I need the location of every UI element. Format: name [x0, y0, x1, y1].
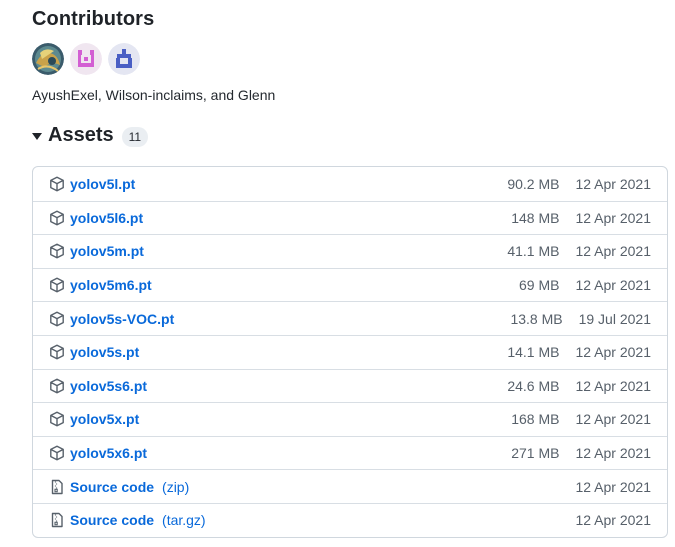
asset-row: yolov5l6.pt 148 MB 12 Apr 2021: [33, 200, 667, 235]
asset-date: 12 Apr 2021: [575, 175, 651, 192]
asset-date: 12 Apr 2021: [575, 277, 651, 294]
package-icon: [50, 411, 64, 427]
package-icon: [50, 176, 64, 192]
asset-link[interactable]: yolov5m.pt: [70, 243, 144, 259]
package-icon: [50, 344, 64, 360]
asset-date: 12 Apr 2021: [575, 445, 651, 462]
identicon-pink-icon: [70, 43, 102, 75]
avatar-wilson-inclaims[interactable]: [70, 43, 102, 75]
asset-size: 41.1 MB: [507, 243, 560, 260]
asset-row: yolov5s-VOC.pt 13.8 MB 19 Jul 2021: [33, 301, 667, 335]
avatar-ayushexel[interactable]: [32, 43, 64, 75]
avatar-glenn[interactable]: [108, 43, 140, 75]
asset-link[interactable]: yolov5x.pt: [70, 411, 139, 427]
asset-size: 69 MB: [519, 277, 560, 294]
package-icon: [50, 210, 64, 226]
package-icon: [50, 311, 64, 327]
asset-link[interactable]: yolov5x6.pt: [70, 445, 147, 461]
file-zip-icon: [51, 513, 63, 528]
contributors-avatars: [32, 43, 140, 75]
asset-size: 13.8 MB: [510, 310, 563, 327]
asset-size: 168 MB: [511, 411, 560, 428]
asset-link[interactable]: yolov5s-VOC.pt: [70, 311, 174, 327]
file-zip-icon: [51, 479, 63, 494]
package-icon: [50, 378, 64, 394]
asset-row: yolov5l.pt 90.2 MB 12 Apr 2021: [33, 167, 667, 201]
assets-toggle[interactable]: Assets 11: [32, 124, 149, 147]
source-row: Source code (tar.gz) 12 Apr 2021: [33, 502, 667, 537]
asset-size: 90.2 MB: [507, 175, 560, 192]
asset-size: 24.6 MB: [507, 377, 560, 394]
asset-date: 12 Apr 2021: [575, 209, 651, 226]
package-icon: [50, 445, 64, 461]
asset-date: 19 Jul 2021: [578, 310, 651, 327]
source-code-link[interactable]: Source code: [70, 512, 154, 528]
asset-row: yolov5x6.pt 271 MB 12 Apr 2021: [33, 435, 667, 470]
asset-row: yolov5x.pt 168 MB 12 Apr 2021: [33, 402, 667, 436]
contributors-names: AyushExel, Wilson-inclaims, and Glenn: [32, 87, 276, 103]
caret-down-icon: [32, 133, 42, 140]
source-code-format[interactable]: (tar.gz): [162, 512, 206, 528]
source-date: 12 Apr 2021: [575, 512, 651, 529]
asset-link[interactable]: yolov5s.pt: [70, 344, 139, 360]
asset-row: yolov5s.pt 14.1 MB 12 Apr 2021: [33, 334, 667, 369]
assets-count-badge: 11: [121, 127, 149, 147]
asset-link[interactable]: yolov5m6.pt: [70, 277, 152, 293]
source-code-format[interactable]: (zip): [162, 479, 189, 495]
asset-size: 14.1 MB: [507, 344, 560, 361]
source-code-link[interactable]: Source code: [70, 479, 154, 495]
asset-link[interactable]: yolov5l6.pt: [70, 210, 143, 226]
source-row: Source code (zip) 12 Apr 2021: [33, 469, 667, 503]
asset-row: yolov5s6.pt 24.6 MB 12 Apr 2021: [33, 368, 667, 403]
asset-size: 148 MB: [511, 209, 560, 226]
contributors-title: Contributors: [32, 8, 155, 30]
identicon-blue-icon: [108, 43, 140, 75]
asset-row: yolov5m.pt 41.1 MB 12 Apr 2021: [33, 234, 667, 268]
package-icon: [50, 243, 64, 259]
assets-title: Assets: [48, 124, 114, 146]
asset-row: yolov5m6.pt 69 MB 12 Apr 2021: [33, 267, 667, 302]
package-icon: [50, 277, 64, 293]
asset-link[interactable]: yolov5s6.pt: [70, 378, 147, 394]
avatar-photo-icon: [32, 43, 64, 75]
assets-list: yolov5l.pt 90.2 MB 12 Apr 2021 yolov5l6.pt 1…: [32, 166, 668, 538]
asset-link[interactable]: yolov5l.pt: [70, 176, 135, 192]
source-date: 12 Apr 2021: [575, 478, 651, 495]
asset-date: 12 Apr 2021: [575, 377, 651, 394]
asset-date: 12 Apr 2021: [575, 243, 651, 260]
asset-date: 12 Apr 2021: [575, 344, 651, 361]
asset-size: 271 MB: [511, 445, 560, 462]
asset-date: 12 Apr 2021: [575, 411, 651, 428]
